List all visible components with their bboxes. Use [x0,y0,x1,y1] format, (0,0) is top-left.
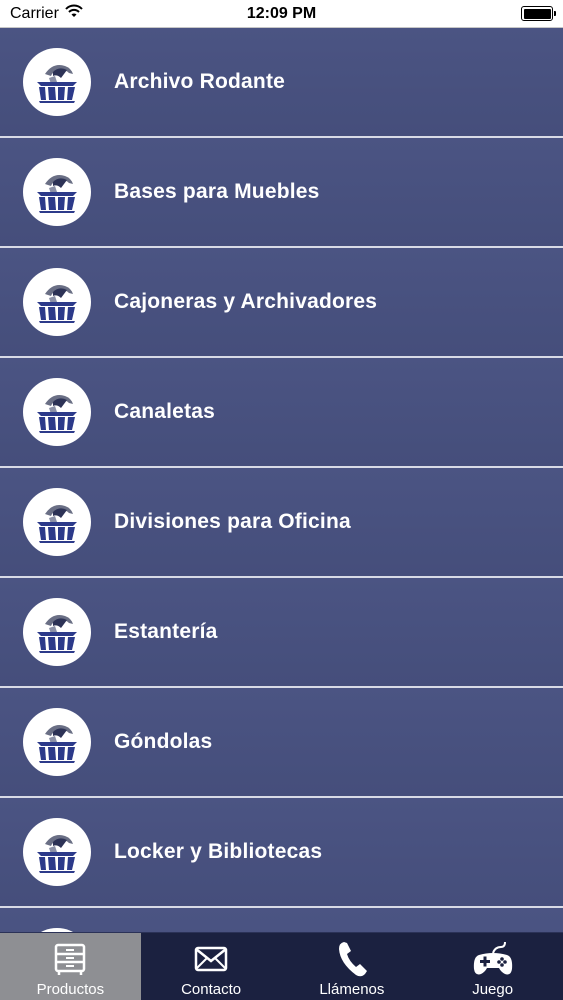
tab-juego[interactable]: Juego [422,933,563,1000]
company-logo-icon [23,818,91,886]
product-row-partial[interactable] [0,908,563,932]
product-row-divisiones-para-oficina[interactable]: Divisiones para Oficina [0,468,563,578]
product-row-bases-para-muebles[interactable]: Bases para Muebles [0,138,563,248]
company-logo-icon [23,48,91,116]
gamepad-icon [471,937,515,981]
company-logo-icon [23,488,91,556]
product-label: Bases para Muebles [114,180,320,203]
tab-contacto[interactable]: Contacto [141,933,282,1000]
product-row-locker-y-bibliotecas[interactable]: Locker y Bibliotecas [0,798,563,908]
tab-label: Productos [36,981,105,998]
wifi-icon [65,4,83,23]
tab-label: Llámenos [319,981,385,998]
tab-bar: Productos Contacto Llámenos Juego [0,932,563,1000]
phone-icon [334,937,370,981]
battery-icon [521,6,556,21]
product-label: Archivo Rodante [114,70,286,93]
product-label: Locker y Bibliotecas [114,840,323,863]
product-label: Góndolas [114,730,213,753]
company-logo-icon [23,268,91,336]
product-label: Cajoneras y Archivadores [114,290,378,313]
product-list[interactable]: Archivo Rodante Bases para Muebles Cajon… [0,28,563,932]
carrier-group: Carrier [10,4,83,23]
product-row-archivo-rodante[interactable]: Archivo Rodante [0,28,563,138]
product-label: Divisiones para Oficina [114,510,351,533]
company-logo-icon [23,378,91,446]
status-bar: Carrier 12:09 PM [0,0,563,28]
tab-productos[interactable]: Productos [0,933,141,1000]
company-logo-icon [23,708,91,776]
envelope-icon [193,937,229,981]
tab-llamenos[interactable]: Llámenos [282,933,423,1000]
product-row-góndolas[interactable]: Góndolas [0,688,563,798]
product-row-cajoneras-y-archivadores[interactable]: Cajoneras y Archivadores [0,248,563,358]
drawer-cabinet-icon [52,937,88,981]
company-logo-icon [23,158,91,226]
battery-level [523,8,551,19]
tab-label: Contacto [181,981,242,998]
company-logo-icon [23,598,91,666]
carrier-label: Carrier [10,4,59,22]
product-row-estantería[interactable]: Estantería [0,578,563,688]
product-label: Estantería [114,620,218,643]
product-label: Canaletas [114,400,216,423]
tab-label: Juego [472,981,514,998]
status-time: 12:09 PM [246,4,317,22]
product-row-canaletas[interactable]: Canaletas [0,358,563,468]
